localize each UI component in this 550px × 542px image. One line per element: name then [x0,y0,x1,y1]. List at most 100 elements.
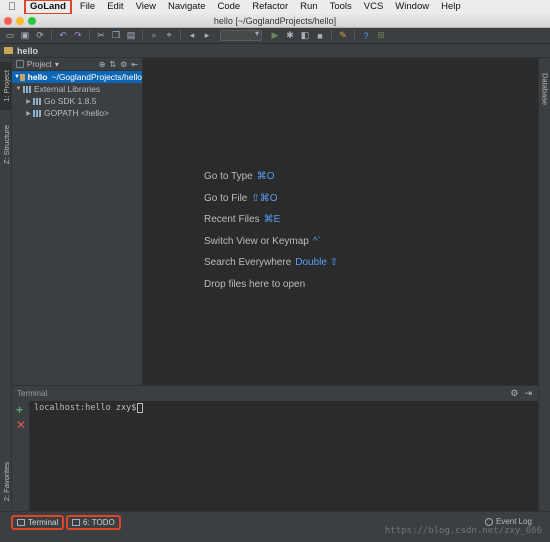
tab-structure-label: Z: Structure [1,125,11,165]
navigation-bar: hello [0,44,550,58]
hint-label: Drop files here to open [204,278,306,290]
library-icon [33,97,41,105]
bottom-tab-terminal-label: Terminal [28,518,59,527]
bottom-tab-todo[interactable]: 6: TODO [66,515,121,530]
event-log-icon [484,517,493,526]
menu-help[interactable]: Help [435,0,467,14]
menu-bar:  GoLand File Edit View Navigate Code Re… [0,0,550,15]
tree-item-hello[interactable]: ▼ hello ~/GoglandProjects/hello [12,71,142,83]
menu-edit[interactable]: Edit [101,0,129,14]
gear-icon[interactable]: ⚙ [510,388,518,399]
hint-search-everywhere: Search Everywhere Double ⇧ [204,256,338,278]
terminal-title: Terminal [17,389,48,398]
folder-icon [19,73,25,81]
event-log-button[interactable]: Event Log [484,517,532,526]
close-session-icon[interactable]: ✕ [16,418,26,432]
hint-shortcut: ^` [312,235,321,247]
hint-label: Recent Files [204,214,260,226]
cut-icon[interactable]: ✂ [95,30,107,42]
structure-icon[interactable]: ⊞ [375,30,387,42]
coverage-icon[interactable]: ◧ [299,30,311,42]
new-session-icon[interactable]: + [16,403,23,417]
tree-item-hello-path: ~/GoglandProjects/hello [51,72,143,82]
menu-file[interactable]: File [74,0,101,14]
redo-icon[interactable]: ↷ [72,30,84,42]
menu-vcs[interactable]: VCS [358,0,390,14]
tree-item-gopath[interactable]: ▶ GOPATH <hello> [12,107,142,119]
help-icon[interactable]: ? [360,30,372,42]
terminal-prompt[interactable]: localhost:hello zxy$ [34,403,144,413]
hint-shortcut: Double ⇧ [295,257,339,269]
sync-icon[interactable]: ⟳ [34,30,46,42]
right-tool-stripe: Database [538,58,550,511]
hint-switch-view: Switch View or Keymap ^` [204,235,338,257]
apple-icon[interactable]:  [0,1,24,13]
hint-go-to-file: Go to File ⇧⌘O [204,192,338,214]
undo-icon[interactable]: ↶ [57,30,69,42]
chevron-right-icon[interactable]: ▶ [24,110,33,117]
menu-refactor[interactable]: Refactor [246,0,294,14]
forward-icon[interactable]: ▸ [201,30,213,42]
replace-icon[interactable]: ⌖ [163,30,175,42]
open-folder-icon[interactable]: ▭ [4,30,16,42]
chevron-right-icon[interactable]: ▶ [24,98,33,105]
settings-icon[interactable]: ✎ [337,30,349,42]
tree-item-go-sdk[interactable]: ▶ Go SDK 1.8.5 [12,95,142,107]
window-title-bar: hello [~/GoglandProjects/hello] [0,14,550,28]
hint-label: Go to File [204,192,248,204]
hint-shortcut: ⌘E [263,214,281,226]
tab-project[interactable]: 1: Project [0,62,12,110]
back-icon[interactable]: ◂ [186,30,198,42]
watermark: https://blog.csdn.net/zxy_666 [384,526,542,536]
save-all-icon[interactable]: ▣ [19,30,31,42]
menu-navigate[interactable]: Navigate [162,0,212,14]
menu-window[interactable]: Window [389,0,435,14]
tree-item-external-libraries[interactable]: ▼ External Libraries [12,83,142,95]
project-view-selector[interactable]: Project [27,60,52,69]
paste-icon[interactable]: ▤ [125,30,137,42]
debug-icon[interactable]: ✱ [284,30,296,42]
hint-label: Search Everywhere [204,257,292,269]
editor-empty-hints: Go to Type ⌘O Go to File ⇧⌘O Recent Files ⌘… [204,170,338,300]
find-icon[interactable]: ⌕ [148,30,160,42]
bottom-tool-bar: Terminal 6: TODO Event Log https://blog.… [0,511,550,542]
collapse-all-icon[interactable]: ⇅ [109,60,116,69]
tab-project-label: 1: Project [1,70,11,102]
chevron-down-icon[interactable]: ▾ [55,60,59,69]
chevron-down-icon[interactable]: ▼ [14,86,23,92]
terminal-panel: Terminal ⚙ ⇥ + ✕ localhost:hello zxy$ [12,385,538,512]
terminal-header: Terminal ⚙ ⇥ [12,386,538,401]
toolbar-divider [331,30,332,41]
hint-recent-files: Recent Files ⌘E [204,213,338,235]
menu-tools[interactable]: Tools [324,0,358,14]
gear-icon[interactable]: ⚙ [120,60,127,69]
tab-structure[interactable]: Z: Structure [0,116,12,174]
stop-icon[interactable]: ■ [314,30,326,42]
copy-icon[interactable]: ❐ [110,30,122,42]
terminal-icon [17,519,25,526]
run-configuration-select[interactable] [220,29,262,41]
hide-panel-icon[interactable]: ⇥ [524,388,532,399]
scroll-from-source-icon[interactable]: ⊕ [99,60,106,69]
toolbar-divider [51,30,52,41]
tree-item-label: External Libraries [34,84,101,94]
menu-code[interactable]: Code [212,0,247,14]
editor-area[interactable]: Go to Type ⌘O Go to File ⇧⌘O Recent Files ⌘… [143,58,538,385]
menu-view[interactable]: View [130,0,162,14]
bottom-tab-terminal[interactable]: Terminal [11,515,65,530]
menu-run[interactable]: Run [294,0,323,14]
project-panel-header: Project ▾ ⊕ ⇅ ⚙ ⇤ [12,58,142,71]
tab-database[interactable]: Database [539,68,550,110]
tab-favorites[interactable]: 2: Favorites [0,456,12,508]
menu-app-name[interactable]: GoLand [24,0,72,15]
hint-label: Switch View or Keymap [204,235,309,247]
window-title: hello [~/GoglandProjects/hello] [213,16,337,26]
run-icon[interactable]: ▶ [269,30,281,42]
folder-icon [4,47,13,54]
hide-panel-icon[interactable]: ⇤ [131,60,138,69]
tree-item-hello-name: hello [27,72,48,82]
hint-shortcut: ⌘O [256,171,275,182]
breadcrumb[interactable]: hello [17,46,38,56]
project-panel: Project ▾ ⊕ ⇅ ⚙ ⇤ ▼ hello ~/GoglandProje… [12,58,143,385]
hint-drop-files: Drop files here to open [204,278,338,300]
